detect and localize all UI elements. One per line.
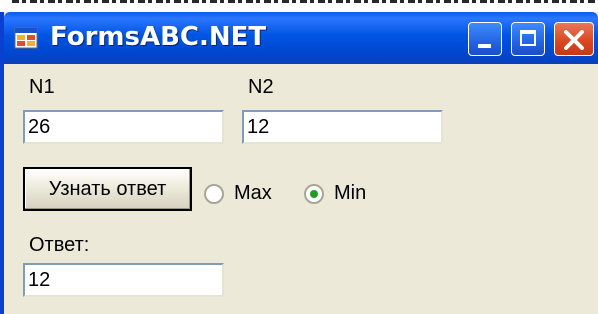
cropped-text-fragment xyxy=(12,0,598,3)
radio-max-circle[interactable] xyxy=(204,183,224,204)
n1-input[interactable] xyxy=(25,112,222,142)
maximize-icon xyxy=(520,30,536,46)
maximize-button[interactable] xyxy=(511,22,545,56)
n1-label: N1 xyxy=(29,76,55,98)
window-title: FormsABC.NET xyxy=(50,22,267,52)
close-button[interactable] xyxy=(554,22,594,56)
n2-input[interactable] xyxy=(244,112,441,142)
app-window: FormsABC.NET N1 N2 Узнать ответ Max Min … xyxy=(0,12,598,314)
answer-label: Ответ: xyxy=(29,234,90,256)
radio-min[interactable]: Min xyxy=(304,182,366,205)
n2-label: N2 xyxy=(248,76,274,98)
n1-field-box xyxy=(23,110,224,144)
radio-min-circle[interactable] xyxy=(304,183,324,204)
title-bar[interactable]: FormsABC.NET xyxy=(4,12,598,64)
n2-field-box xyxy=(242,110,443,144)
minimize-button[interactable] xyxy=(468,22,502,56)
get-answer-button[interactable]: Узнать ответ xyxy=(23,167,192,211)
radio-min-label: Min xyxy=(334,182,367,204)
radio-max[interactable]: Max xyxy=(204,182,272,205)
forms-app-icon xyxy=(14,26,38,50)
close-icon xyxy=(564,30,584,50)
minimize-icon xyxy=(478,44,491,48)
answer-output[interactable] xyxy=(25,265,222,295)
answer-field-box xyxy=(23,263,224,297)
radio-max-label: Max xyxy=(234,182,272,204)
